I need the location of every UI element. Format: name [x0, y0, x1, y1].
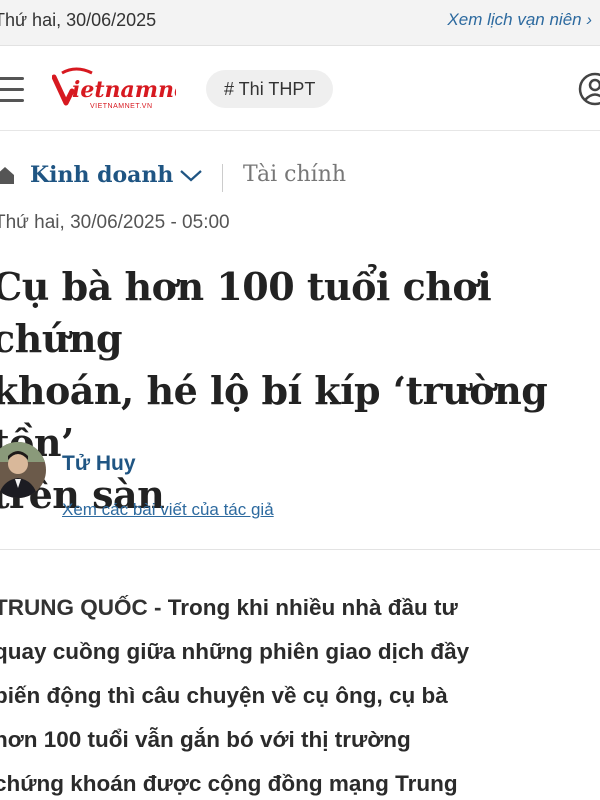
site-header: ietnamnet VIETNAMNET.VN # Thi THPT	[0, 47, 600, 131]
svg-text:ietnamnet: ietnamnet	[72, 77, 176, 103]
chevron-down-icon[interactable]	[178, 167, 204, 185]
lead-location: TRUNG QUỐC -	[0, 595, 162, 620]
lead-line: hơn 100 tuổi vẫn gắn bó với thị trường	[0, 727, 411, 752]
top-date-bar: Thứ hai, 30/06/2025 Xem lịch vạn niên ›	[0, 0, 600, 46]
publish-date: Thứ hai, 30/06/2025 - 05:00	[0, 212, 230, 233]
svg-text:VIETNAMNET.VN: VIETNAMNET.VN	[90, 103, 153, 110]
lead-line: quay cuồng giữa những phiên giao dịch đầ…	[0, 639, 470, 664]
breadcrumb-category[interactable]: Kinh doanh	[30, 162, 173, 188]
title-line: khoán, hé lộ bí kíp ‘trường tồn’	[0, 368, 548, 465]
breadcrumb-separator	[222, 164, 223, 192]
article-title: Cụ bà hơn 100 tuổi chơi chứng khoán, hé …	[0, 261, 600, 521]
title-line: Cụ bà hơn 100 tuổi chơi chứng	[0, 264, 492, 361]
breadcrumb-subcategory[interactable]: Tài chính	[243, 162, 346, 187]
current-date: Thứ hai, 30/06/2025	[0, 10, 157, 30]
author-name[interactable]: Tử Huy	[62, 452, 136, 476]
breadcrumb: Kinh doanh Tài chính	[0, 158, 600, 198]
user-account-icon[interactable]	[577, 71, 600, 107]
vietnamnet-logo[interactable]: ietnamnet VIETNAMNET.VN	[52, 67, 176, 111]
home-icon[interactable]	[0, 164, 16, 186]
author-articles-link[interactable]: Xem các bài viết của tác giả	[62, 500, 274, 520]
hamburger-menu-icon[interactable]	[0, 77, 24, 103]
calendar-link[interactable]: Xem lịch vạn niên ›	[447, 10, 592, 30]
section-divider	[0, 549, 600, 550]
lead-line: Trong khi nhiều nhà đầu tư	[161, 595, 458, 620]
lead-line: biến động thì câu chuyện về cụ ông, cụ b…	[0, 683, 448, 708]
lead-line: chứng khoán được cộng đồng mạng Trung	[0, 771, 458, 796]
article-lead: TRUNG QUỐC - Trong khi nhiều nhà đầu tư …	[0, 586, 600, 800]
hashtag-pill-thi-thpt[interactable]: # Thi THPT	[206, 70, 334, 108]
